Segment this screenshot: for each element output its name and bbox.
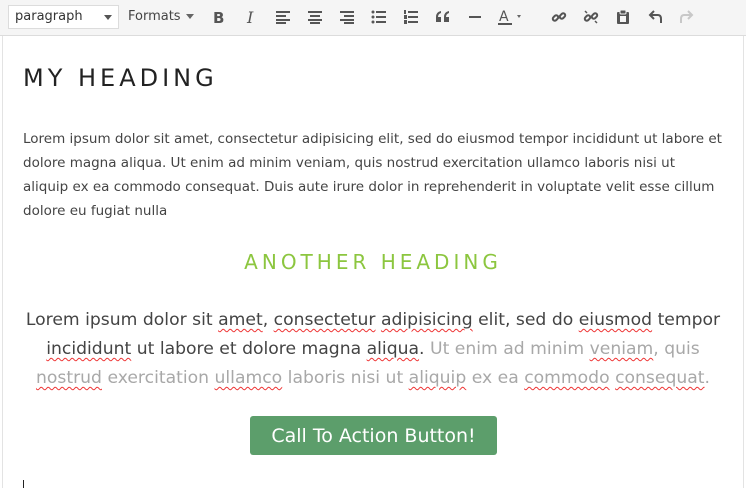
unlink-button[interactable] <box>580 6 602 28</box>
align-left-icon <box>276 11 290 24</box>
align-right-button[interactable] <box>336 6 358 28</box>
redo-icon <box>680 10 694 23</box>
link-icon <box>551 12 567 22</box>
chevron-down-icon <box>185 14 194 19</box>
editor-toolbar: paragraph Formats B I A <box>0 0 746 36</box>
bullet-list-icon <box>371 10 386 24</box>
svg-text:B: B <box>213 9 224 25</box>
align-center-icon <box>308 11 322 24</box>
bold-icon: B <box>213 9 224 25</box>
bullet-list-button[interactable] <box>368 6 390 28</box>
formats-label: Formats <box>128 9 181 24</box>
align-right-icon <box>340 11 354 24</box>
call-to-action-button[interactable]: Call To Action Button! <box>250 416 497 455</box>
unlink-icon <box>583 10 599 24</box>
formats-menu-button[interactable]: Formats <box>128 5 194 29</box>
paragraph-1[interactable]: Lorem ipsum dolor sit amet, consectetur … <box>23 127 723 223</box>
heading-2[interactable]: ANOTHER HEADING <box>0 250 746 274</box>
insert-link-button[interactable] <box>548 6 570 28</box>
numbered-list-button[interactable] <box>400 6 422 28</box>
paste-button[interactable] <box>612 6 634 28</box>
horizontal-rule-button[interactable] <box>464 6 486 28</box>
paste-icon <box>617 9 629 24</box>
paragraph-2[interactable]: Lorem ipsum dolor sit amet, consectetur … <box>23 306 723 393</box>
blockquote-button[interactable] <box>432 6 454 28</box>
text-color-button[interactable]: A <box>496 6 524 28</box>
horizontal-rule-icon <box>469 16 481 18</box>
heading-1[interactable]: MY HEADING <box>23 64 218 92</box>
text-cursor <box>23 480 24 488</box>
bold-button[interactable]: B <box>208 6 230 28</box>
block-format-select[interactable]: paragraph <box>8 5 119 29</box>
chevron-down-icon <box>104 15 112 20</box>
text-color-icon: A <box>498 9 521 25</box>
rich-text-editor: paragraph Formats B I A MY HEADING Lorem… <box>0 0 746 488</box>
italic-button[interactable]: I <box>240 6 262 28</box>
svg-text:I: I <box>246 9 254 25</box>
numbered-list-icon <box>404 10 418 24</box>
italic-icon: I <box>246 9 254 25</box>
redo-button[interactable] <box>676 6 698 28</box>
undo-button[interactable] <box>644 6 666 28</box>
block-format-value: paragraph <box>15 9 83 24</box>
svg-text:A: A <box>499 9 509 25</box>
align-center-button[interactable] <box>304 6 326 28</box>
align-left-button[interactable] <box>272 6 294 28</box>
undo-icon <box>648 10 662 23</box>
blockquote-icon <box>436 11 449 22</box>
